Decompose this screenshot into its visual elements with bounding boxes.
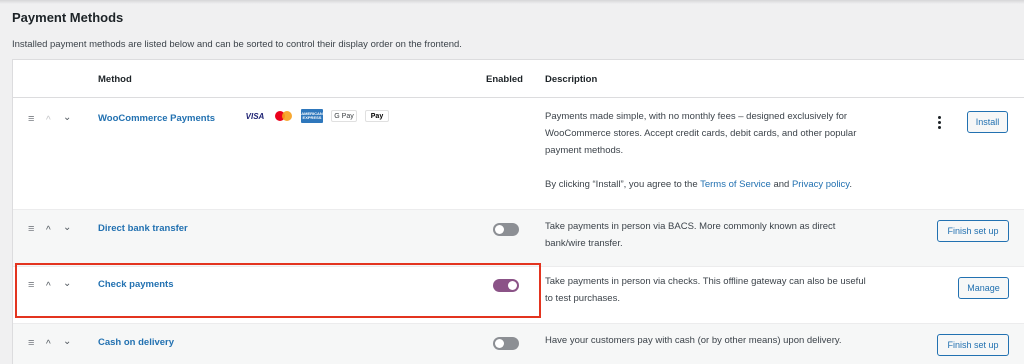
- move-up-icon: ^: [46, 115, 51, 126]
- move-down-icon[interactable]: ⌄: [63, 223, 71, 233]
- terms-notice: By clicking “Install”, you agree to the …: [545, 179, 852, 190]
- move-down-icon[interactable]: ⌄: [63, 113, 71, 123]
- drag-handle-icon[interactable]: ≡: [28, 224, 34, 235]
- method-name-link[interactable]: WooCommerce Payments: [98, 113, 215, 124]
- table-row: ≡ ^ ⌄ Direct bank transfer Take payments…: [13, 210, 1024, 266]
- install-button[interactable]: Install: [967, 111, 1008, 133]
- payment-methods-table: Method Enabled Description ≡ ^ ⌄ WooComm…: [12, 59, 1024, 364]
- header-enabled: Enabled: [486, 74, 523, 85]
- header-method: Method: [98, 74, 132, 85]
- method-name-link[interactable]: Cash on delivery: [98, 337, 174, 348]
- page-description: Installed payment methods are listed bel…: [12, 39, 462, 50]
- highlight-box: [15, 263, 541, 318]
- drag-handle-icon[interactable]: ≡: [28, 338, 34, 349]
- manage-button[interactable]: Manage: [958, 277, 1009, 299]
- privacy-policy-link[interactable]: Privacy policy: [792, 179, 849, 190]
- move-down-icon[interactable]: ⌄: [63, 337, 71, 347]
- method-description: Take payments in person via checks. This…: [545, 276, 866, 304]
- visa-logo-icon: VISA: [245, 111, 265, 121]
- drag-handle-icon[interactable]: ≡: [28, 114, 34, 125]
- enabled-toggle[interactable]: [493, 223, 519, 236]
- google-pay-logo-icon: G Pay: [331, 110, 357, 122]
- enabled-toggle[interactable]: [493, 337, 519, 350]
- table-row: ≡ ^ ⌄ WooCommerce Payments VISA AMERICAN…: [13, 99, 1024, 209]
- method-description: Take payments in person via BACS. More c…: [545, 221, 836, 249]
- page-title: Payment Methods: [12, 10, 124, 25]
- terms-of-service-link[interactable]: Terms of Service: [700, 179, 771, 190]
- method-description: Payments made simple, with no monthly fe…: [545, 108, 905, 193]
- table-header: Method Enabled Description: [13, 60, 1024, 98]
- amex-logo-icon: AMERICAN EXPRESS: [301, 109, 323, 123]
- method-description: Have your customers pay with cash (or by…: [545, 335, 842, 346]
- header-description: Description: [545, 74, 598, 85]
- apple-pay-logo-icon: Pay: [365, 110, 389, 122]
- top-shadow: [0, 0, 1024, 4]
- finish-setup-button[interactable]: Finish set up: [937, 334, 1009, 356]
- more-options-icon[interactable]: [938, 116, 942, 131]
- move-up-icon[interactable]: ^: [46, 340, 51, 350]
- table-row: ≡ ^ ⌄ Cash on delivery Have your custome…: [13, 324, 1024, 364]
- payment-logos: VISA AMERICAN EXPRESS G Pay Pay: [243, 109, 389, 123]
- move-up-icon[interactable]: ^: [46, 226, 51, 236]
- mastercard-logo-icon: [275, 110, 293, 122]
- finish-setup-button[interactable]: Finish set up: [937, 220, 1009, 242]
- method-name-link[interactable]: Direct bank transfer: [98, 223, 188, 234]
